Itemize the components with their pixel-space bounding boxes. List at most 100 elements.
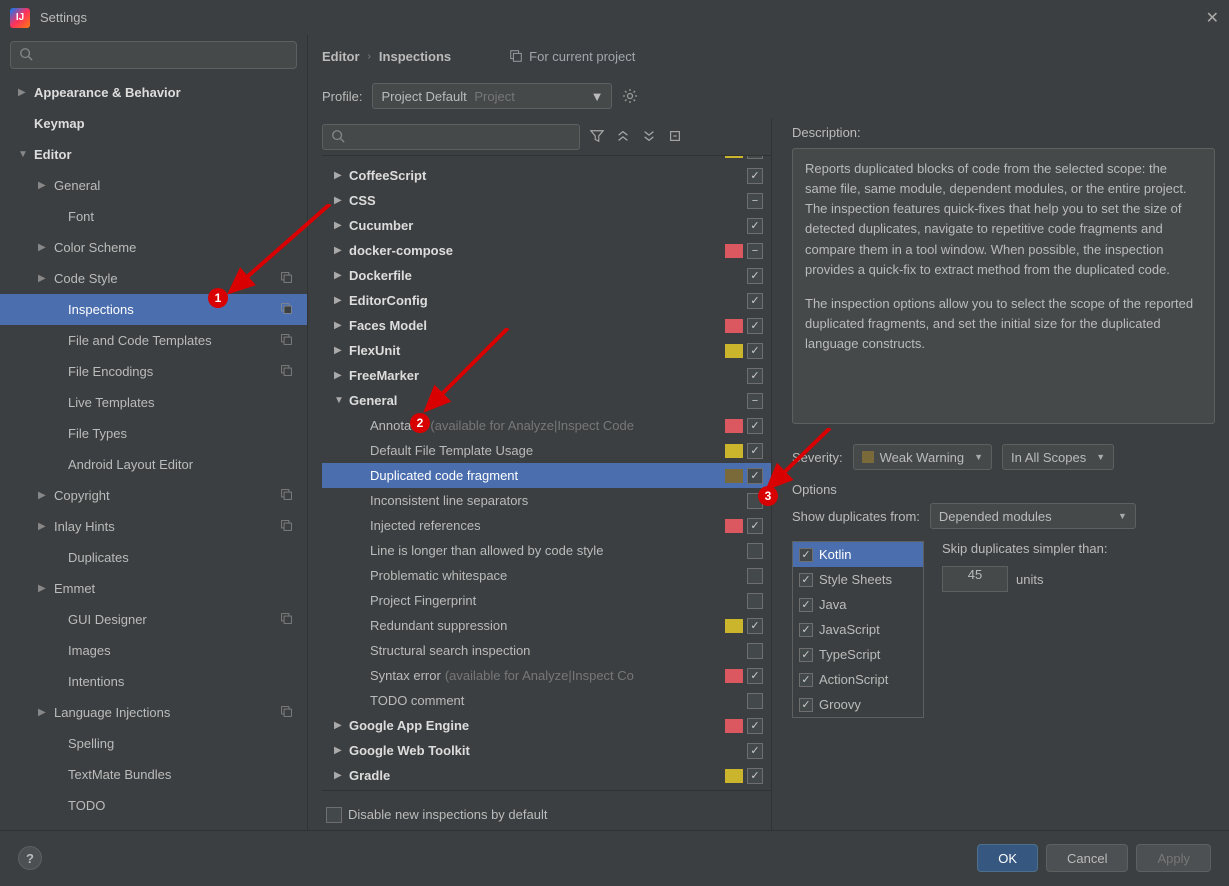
- insp-group-cucumber[interactable]: ▶Cucumber: [322, 213, 771, 238]
- checkbox[interactable]: [747, 318, 763, 334]
- insp-group-docker-compose[interactable]: ▶docker-compose: [322, 238, 771, 263]
- scope-dropdown[interactable]: In All Scopes ▼: [1002, 444, 1114, 470]
- checkbox[interactable]: [799, 573, 813, 587]
- checkbox[interactable]: [747, 293, 763, 309]
- insp-group-gradle[interactable]: ▶Gradle: [322, 763, 771, 788]
- checkbox[interactable]: [799, 698, 813, 712]
- insp-item-redundant-suppression[interactable]: Redundant suppression: [322, 613, 771, 638]
- sidebar-item-android-layout-editor[interactable]: Android Layout Editor: [0, 449, 307, 480]
- checkbox[interactable]: [747, 155, 763, 159]
- insp-group-flexunit[interactable]: ▶FlexUnit: [322, 338, 771, 363]
- expand-all-icon[interactable]: [614, 129, 632, 146]
- insp-item-structural-search-inspection[interactable]: Structural search inspection: [322, 638, 771, 663]
- insp-group-dockerfile[interactable]: ▶Dockerfile: [322, 263, 771, 288]
- settings-tree[interactable]: ▶Appearance & BehaviorKeymap▼Editor▶Gene…: [0, 77, 307, 830]
- checkbox[interactable]: [747, 243, 763, 259]
- sidebar-item-language-injections[interactable]: ▶Language Injections: [0, 697, 307, 728]
- lang-item-kotlin[interactable]: Kotlin: [793, 542, 923, 567]
- checkbox[interactable]: [747, 393, 763, 409]
- insp-group-general[interactable]: ▼General: [322, 388, 771, 413]
- profile-dropdown[interactable]: Project Default Project ▼: [372, 83, 612, 109]
- insp-group-google-web-toolkit[interactable]: ▶Google Web Toolkit: [322, 738, 771, 763]
- checkbox[interactable]: [799, 673, 813, 687]
- languages-list[interactable]: KotlinStyle SheetsJavaJavaScriptTypeScri…: [792, 541, 924, 718]
- sidebar-item-file-and-code-templates[interactable]: File and Code Templates: [0, 325, 307, 356]
- checkbox[interactable]: [799, 548, 813, 562]
- sidebar-item-code-style[interactable]: ▶Code Style: [0, 263, 307, 294]
- sidebar-item-live-templates[interactable]: Live Templates: [0, 387, 307, 418]
- insp-item-injected-references[interactable]: Injected references: [322, 513, 771, 538]
- sidebar-item-textmate-bundles[interactable]: TextMate Bundles: [0, 759, 307, 790]
- checkbox[interactable]: [747, 493, 763, 509]
- sidebar-item-images[interactable]: Images: [0, 635, 307, 666]
- lang-item-javascript[interactable]: JavaScript: [793, 617, 923, 642]
- checkbox[interactable]: [747, 343, 763, 359]
- units-input[interactable]: 45: [942, 566, 1008, 592]
- insp-group-faces-model[interactable]: ▶Faces Model: [322, 313, 771, 338]
- checkbox[interactable]: [747, 268, 763, 284]
- insp-group-editorconfig[interactable]: ▶EditorConfig: [322, 288, 771, 313]
- severity-dropdown[interactable]: Weak Warning ▼: [853, 444, 992, 470]
- sidebar-search[interactable]: [10, 41, 297, 69]
- insp-group-coffeescript[interactable]: ▶CoffeeScript: [322, 163, 771, 188]
- insp-item-syntax-error[interactable]: Syntax error (available for Analyze|Insp…: [322, 663, 771, 688]
- insp-item-default-file-template-usage[interactable]: Default File Template Usage: [322, 438, 771, 463]
- checkbox[interactable]: [747, 568, 763, 584]
- lang-item-groovy[interactable]: Groovy: [793, 692, 923, 717]
- insp-group-css[interactable]: ▶CSS: [322, 188, 771, 213]
- reset-icon[interactable]: [666, 129, 684, 146]
- sidebar-item-font[interactable]: Font: [0, 201, 307, 232]
- insp-item-problematic-whitespace[interactable]: Problematic whitespace: [322, 563, 771, 588]
- filter-icon[interactable]: [588, 129, 606, 146]
- insp-group-google-app-engine[interactable]: ▶Google App Engine: [322, 713, 771, 738]
- sidebar-item-duplicates[interactable]: Duplicates: [0, 542, 307, 573]
- checkbox[interactable]: [747, 693, 763, 709]
- help-button[interactable]: ?: [18, 846, 42, 870]
- insp-group-cfml[interactable]: ▶CFML: [322, 155, 771, 163]
- sidebar-item-general[interactable]: ▶General: [0, 170, 307, 201]
- sidebar-item-editor[interactable]: ▼Editor: [0, 139, 307, 170]
- sidebar-item-emmet[interactable]: ▶Emmet: [0, 573, 307, 604]
- gear-icon[interactable]: [622, 88, 638, 104]
- lang-item-java[interactable]: Java: [793, 592, 923, 617]
- sidebar-item-color-scheme[interactable]: ▶Color Scheme: [0, 232, 307, 263]
- sidebar-item-file-types[interactable]: File Types: [0, 418, 307, 449]
- lang-item-actionscript[interactable]: ActionScript: [793, 667, 923, 692]
- sidebar-item-keymap[interactable]: Keymap: [0, 108, 307, 139]
- insp-item-line-is-longer-than-allowed-by-code-style[interactable]: Line is longer than allowed by code styl…: [322, 538, 771, 563]
- checkbox[interactable]: [747, 643, 763, 659]
- lang-item-typescript[interactable]: TypeScript: [793, 642, 923, 667]
- sidebar-item-gui-designer[interactable]: GUI Designer: [0, 604, 307, 635]
- insp-item-todo-comment[interactable]: TODO comment: [322, 688, 771, 713]
- sidebar-item-inlay-hints[interactable]: ▶Inlay Hints: [0, 511, 307, 542]
- checkbox[interactable]: [799, 648, 813, 662]
- inspections-tree[interactable]: ▶CFML▶CoffeeScript▶CSS▶Cucumber▶docker-c…: [322, 155, 771, 790]
- sidebar-item-spelling[interactable]: Spelling: [0, 728, 307, 759]
- checkbox[interactable]: [747, 543, 763, 559]
- checkbox[interactable]: [747, 668, 763, 684]
- checkbox[interactable]: [799, 598, 813, 612]
- checkbox[interactable]: [747, 418, 763, 434]
- lang-item-style-sheets[interactable]: Style Sheets: [793, 567, 923, 592]
- sidebar-item-inspections[interactable]: Inspections: [0, 294, 307, 325]
- checkbox[interactable]: [799, 623, 813, 637]
- checkbox[interactable]: [747, 618, 763, 634]
- insp-item-annotator[interactable]: Annotator (available for Analyze|Inspect…: [322, 413, 771, 438]
- close-icon[interactable]: ✕: [1206, 8, 1219, 28]
- inspections-search[interactable]: [322, 124, 580, 150]
- disable-new-row[interactable]: Disable new inspections by default: [322, 790, 771, 830]
- insp-item-duplicated-code-fragment[interactable]: Duplicated code fragment: [322, 463, 771, 488]
- insp-item-inconsistent-line-separators[interactable]: Inconsistent line separators: [322, 488, 771, 513]
- checkbox[interactable]: [747, 368, 763, 384]
- checkbox[interactable]: [747, 218, 763, 234]
- insp-group-freemarker[interactable]: ▶FreeMarker: [322, 363, 771, 388]
- checkbox[interactable]: [747, 743, 763, 759]
- insp-item-project-fingerprint[interactable]: Project Fingerprint: [322, 588, 771, 613]
- sidebar-item-todo[interactable]: TODO: [0, 790, 307, 821]
- sidebar-item-appearance-behavior[interactable]: ▶Appearance & Behavior: [0, 77, 307, 108]
- checkbox[interactable]: [747, 168, 763, 184]
- checkbox[interactable]: [747, 768, 763, 784]
- checkbox[interactable]: [747, 718, 763, 734]
- sidebar-item-intentions[interactable]: Intentions: [0, 666, 307, 697]
- checkbox[interactable]: [747, 443, 763, 459]
